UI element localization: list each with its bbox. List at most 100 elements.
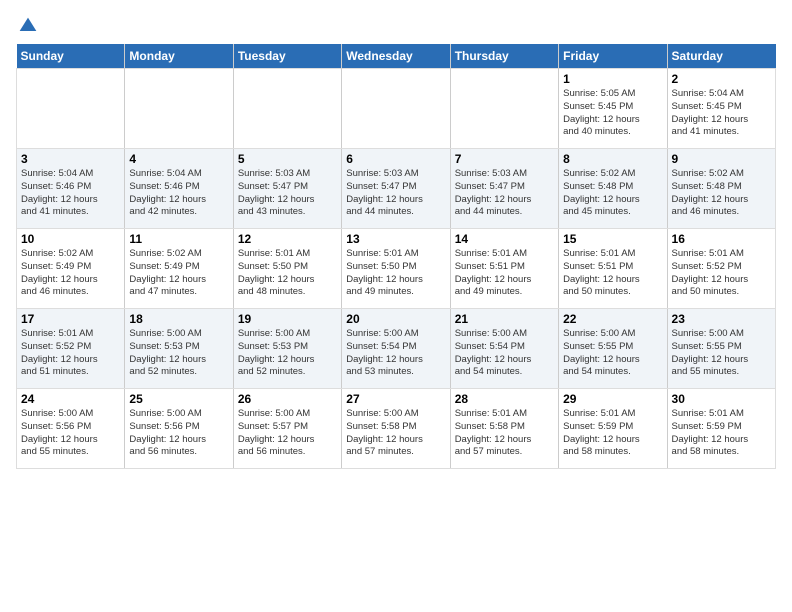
calendar-cell (233, 69, 341, 149)
day-number: 27 (346, 392, 445, 406)
calendar-cell: 23 Sunrise: 5:00 AM Sunset: 5:55 PM Dayli… (667, 309, 775, 389)
day-info: Sunrise: 5:00 AM Sunset: 5:56 PM Dayligh… (21, 408, 120, 459)
calendar-week-row: 1 Sunrise: 5:05 AM Sunset: 5:45 PM Daylig… (17, 69, 776, 149)
calendar-cell: 5 Sunrise: 5:03 AM Sunset: 5:47 PM Daylig… (233, 149, 341, 229)
day-number: 3 (21, 152, 120, 166)
calendar-cell: 25 Sunrise: 5:00 AM Sunset: 5:56 PM Dayli… (125, 389, 233, 469)
calendar-cell: 20 Sunrise: 5:00 AM Sunset: 5:54 PM Dayli… (342, 309, 450, 389)
weekday-header: Monday (125, 44, 233, 69)
day-number: 29 (563, 392, 662, 406)
calendar-table: SundayMondayTuesdayWednesdayThursdayFrid… (16, 44, 776, 469)
weekday-header: Tuesday (233, 44, 341, 69)
logo (16, 16, 38, 36)
day-number: 26 (238, 392, 337, 406)
day-number: 11 (129, 232, 228, 246)
calendar-cell (342, 69, 450, 149)
day-number: 12 (238, 232, 337, 246)
day-info: Sunrise: 5:01 AM Sunset: 5:52 PM Dayligh… (21, 328, 120, 379)
day-number: 6 (346, 152, 445, 166)
calendar-cell: 21 Sunrise: 5:00 AM Sunset: 5:54 PM Dayli… (450, 309, 558, 389)
calendar-cell: 19 Sunrise: 5:00 AM Sunset: 5:53 PM Dayli… (233, 309, 341, 389)
day-info: Sunrise: 5:01 AM Sunset: 5:59 PM Dayligh… (563, 408, 662, 459)
page-header (16, 16, 776, 36)
day-info: Sunrise: 5:04 AM Sunset: 5:46 PM Dayligh… (21, 168, 120, 219)
day-number: 1 (563, 72, 662, 86)
day-number: 25 (129, 392, 228, 406)
day-info: Sunrise: 5:00 AM Sunset: 5:53 PM Dayligh… (238, 328, 337, 379)
day-number: 19 (238, 312, 337, 326)
day-info: Sunrise: 5:03 AM Sunset: 5:47 PM Dayligh… (238, 168, 337, 219)
day-info: Sunrise: 5:00 AM Sunset: 5:56 PM Dayligh… (129, 408, 228, 459)
day-info: Sunrise: 5:01 AM Sunset: 5:50 PM Dayligh… (238, 248, 337, 299)
day-number: 13 (346, 232, 445, 246)
day-info: Sunrise: 5:01 AM Sunset: 5:51 PM Dayligh… (563, 248, 662, 299)
calendar-cell: 1 Sunrise: 5:05 AM Sunset: 5:45 PM Daylig… (559, 69, 667, 149)
weekday-header: Thursday (450, 44, 558, 69)
day-info: Sunrise: 5:04 AM Sunset: 5:45 PM Dayligh… (672, 88, 771, 139)
weekday-header: Sunday (17, 44, 125, 69)
calendar-cell: 4Sunrise: 5:04 AM Sunset: 5:46 PM Daylig… (125, 149, 233, 229)
day-number: 18 (129, 312, 228, 326)
calendar-cell: 12 Sunrise: 5:01 AM Sunset: 5:50 PM Dayli… (233, 229, 341, 309)
calendar-cell (17, 69, 125, 149)
day-number: 16 (672, 232, 771, 246)
day-info: Sunrise: 5:04 AM Sunset: 5:46 PM Dayligh… (129, 168, 228, 219)
day-number: 9 (672, 152, 771, 166)
day-info: Sunrise: 5:00 AM Sunset: 5:54 PM Dayligh… (455, 328, 554, 379)
day-info: Sunrise: 5:02 AM Sunset: 5:48 PM Dayligh… (563, 168, 662, 219)
calendar-cell: 15 Sunrise: 5:01 AM Sunset: 5:51 PM Dayli… (559, 229, 667, 309)
day-info: Sunrise: 5:00 AM Sunset: 5:57 PM Dayligh… (238, 408, 337, 459)
calendar-cell: 30 Sunrise: 5:01 AM Sunset: 5:59 PM Dayli… (667, 389, 775, 469)
day-info: Sunrise: 5:05 AM Sunset: 5:45 PM Dayligh… (563, 88, 662, 139)
calendar-cell: 9 Sunrise: 5:02 AM Sunset: 5:48 PM Daylig… (667, 149, 775, 229)
day-info: Sunrise: 5:02 AM Sunset: 5:49 PM Dayligh… (21, 248, 120, 299)
calendar-cell (125, 69, 233, 149)
day-info: Sunrise: 5:01 AM Sunset: 5:52 PM Dayligh… (672, 248, 771, 299)
day-number: 5 (238, 152, 337, 166)
calendar-cell: 14 Sunrise: 5:01 AM Sunset: 5:51 PM Dayli… (450, 229, 558, 309)
day-info: Sunrise: 5:00 AM Sunset: 5:55 PM Dayligh… (672, 328, 771, 379)
day-number: 14 (455, 232, 554, 246)
calendar-cell: 6Sunrise: 5:03 AM Sunset: 5:47 PM Daylig… (342, 149, 450, 229)
calendar-cell: 26 Sunrise: 5:00 AM Sunset: 5:57 PM Dayli… (233, 389, 341, 469)
calendar-week-row: 24Sunrise: 5:00 AM Sunset: 5:56 PM Dayli… (17, 389, 776, 469)
calendar-cell: 7Sunrise: 5:03 AM Sunset: 5:47 PM Daylig… (450, 149, 558, 229)
day-number: 8 (563, 152, 662, 166)
calendar-week-row: 10 Sunrise: 5:02 AM Sunset: 5:49 PM Dayli… (17, 229, 776, 309)
calendar-cell: 17 Sunrise: 5:01 AM Sunset: 5:52 PM Dayli… (17, 309, 125, 389)
day-number: 23 (672, 312, 771, 326)
day-number: 7 (455, 152, 554, 166)
day-info: Sunrise: 5:01 AM Sunset: 5:58 PM Dayligh… (455, 408, 554, 459)
calendar-cell: 28 Sunrise: 5:01 AM Sunset: 5:58 PM Dayli… (450, 389, 558, 469)
calendar-cell: 24Sunrise: 5:00 AM Sunset: 5:56 PM Dayli… (17, 389, 125, 469)
day-number: 30 (672, 392, 771, 406)
day-info: Sunrise: 5:00 AM Sunset: 5:54 PM Dayligh… (346, 328, 445, 379)
day-number: 15 (563, 232, 662, 246)
day-number: 28 (455, 392, 554, 406)
day-info: Sunrise: 5:01 AM Sunset: 5:51 PM Dayligh… (455, 248, 554, 299)
day-number: 10 (21, 232, 120, 246)
weekday-header: Friday (559, 44, 667, 69)
day-info: Sunrise: 5:00 AM Sunset: 5:53 PM Dayligh… (129, 328, 228, 379)
calendar-cell (450, 69, 558, 149)
calendar-week-row: 3 Sunrise: 5:04 AM Sunset: 5:46 PM Daylig… (17, 149, 776, 229)
day-number: 21 (455, 312, 554, 326)
day-number: 17 (21, 312, 120, 326)
calendar-cell: 22 Sunrise: 5:00 AM Sunset: 5:55 PM Dayli… (559, 309, 667, 389)
weekday-header-row: SundayMondayTuesdayWednesdayThursdayFrid… (17, 44, 776, 69)
day-info: Sunrise: 5:01 AM Sunset: 5:59 PM Dayligh… (672, 408, 771, 459)
day-number: 20 (346, 312, 445, 326)
calendar-cell: 8 Sunrise: 5:02 AM Sunset: 5:48 PM Daylig… (559, 149, 667, 229)
day-info: Sunrise: 5:00 AM Sunset: 5:55 PM Dayligh… (563, 328, 662, 379)
calendar-cell: 13Sunrise: 5:01 AM Sunset: 5:50 PM Dayli… (342, 229, 450, 309)
day-info: Sunrise: 5:02 AM Sunset: 5:48 PM Dayligh… (672, 168, 771, 219)
calendar-cell: 2Sunrise: 5:04 AM Sunset: 5:45 PM Daylig… (667, 69, 775, 149)
day-number: 22 (563, 312, 662, 326)
calendar-cell: 10 Sunrise: 5:02 AM Sunset: 5:49 PM Dayli… (17, 229, 125, 309)
day-info: Sunrise: 5:02 AM Sunset: 5:49 PM Dayligh… (129, 248, 228, 299)
calendar-cell: 11 Sunrise: 5:02 AM Sunset: 5:49 PM Dayli… (125, 229, 233, 309)
calendar-cell: 16 Sunrise: 5:01 AM Sunset: 5:52 PM Dayli… (667, 229, 775, 309)
weekday-header: Saturday (667, 44, 775, 69)
calendar-cell: 27Sunrise: 5:00 AM Sunset: 5:58 PM Dayli… (342, 389, 450, 469)
calendar-week-row: 17 Sunrise: 5:01 AM Sunset: 5:52 PM Dayli… (17, 309, 776, 389)
